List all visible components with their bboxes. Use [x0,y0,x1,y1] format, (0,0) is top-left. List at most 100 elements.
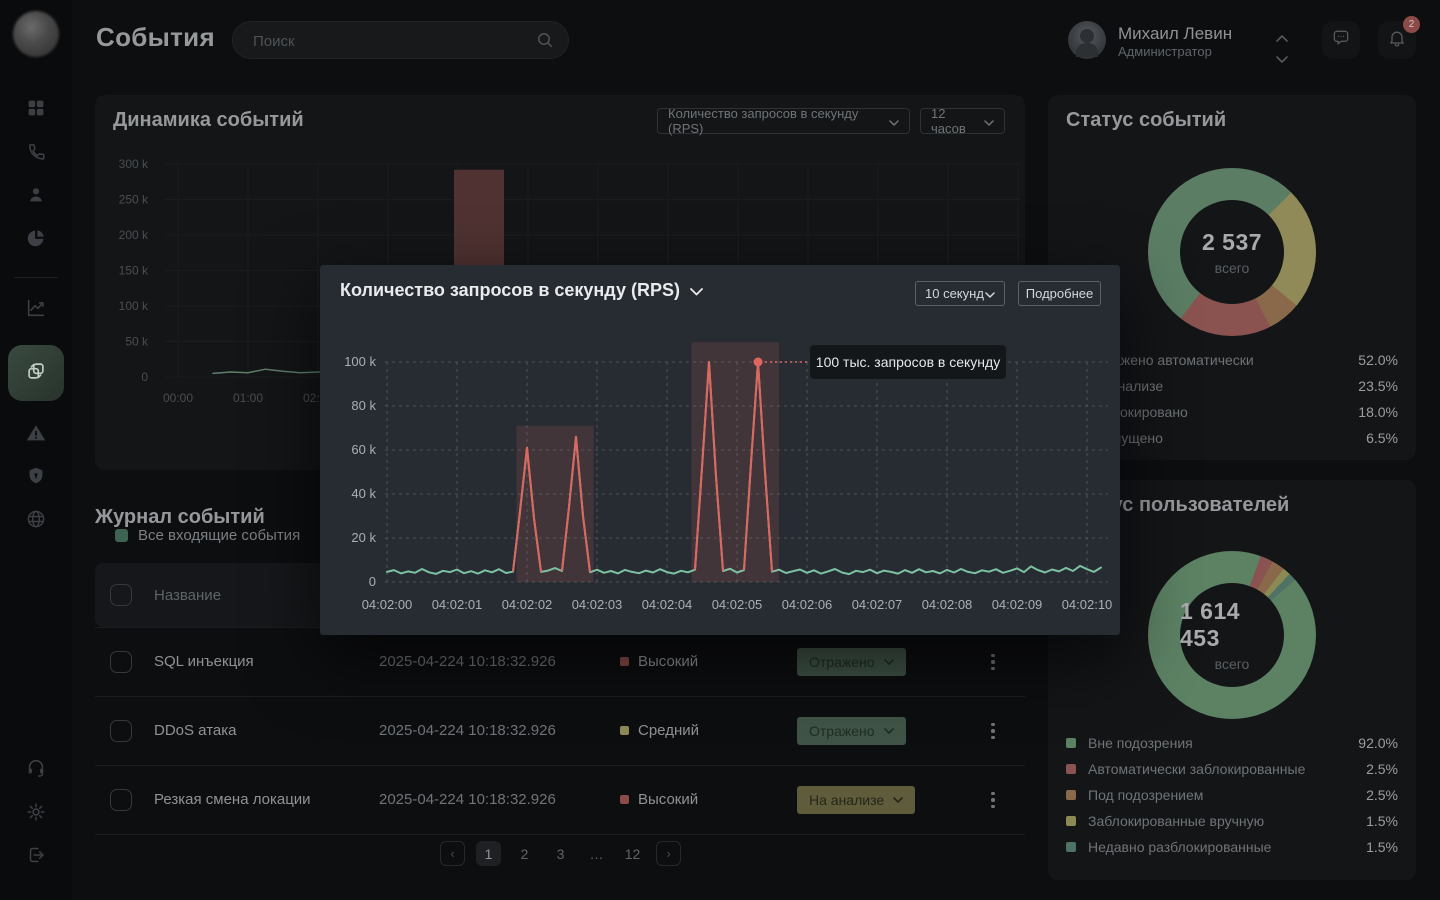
sidebar-item-events[interactable] [8,345,64,401]
user-icon [25,184,47,211]
svg-text:04:02:04: 04:02:04 [642,597,693,612]
sidebar-item-calls[interactable] [12,130,60,178]
severity-label: Высокий [638,653,698,670]
row-checkbox[interactable] [110,720,132,742]
app-root: { "colors":{"accent_green":"#3f5346","ac… [0,0,1440,900]
details-button[interactable]: Подробнее [1018,281,1101,306]
messages-button[interactable] [1322,21,1360,59]
row-checkbox[interactable] [110,651,132,673]
search-input[interactable] [251,22,525,60]
page-number[interactable]: 1 [476,841,501,866]
table-row: Резкая смена локации2025-04-224 10:18:32… [95,766,1025,835]
sidebar-item-security[interactable] [12,454,60,502]
logo [13,11,59,57]
event-name: SQL инъекция [154,653,254,670]
severity: Средний [620,722,699,739]
chevron-down-icon [1276,50,1288,68]
range-dropdown-value: 12 часов [931,106,976,136]
metric-dropdown-value: Количество запросов в секунду (RPS) [668,106,881,136]
chevron-down-icon [976,114,994,129]
sidebar-item-logout[interactable] [12,833,60,881]
status-dropdown[interactable]: Отражено [797,648,906,676]
legend-item: Автоматически заблокированные2.5% [1066,756,1398,782]
page-number[interactable]: 12 [620,841,645,866]
metric-dropdown[interactable]: Количество запросов в секунду (RPS) [657,108,910,134]
logout-icon [25,844,47,871]
select-all-checkbox[interactable] [110,584,132,606]
event-timestamp: 2025-04-224 10:18:32.926 [379,722,556,739]
pagination: ‹123…12› [440,841,681,866]
rps-modal: Количество запросов в секунду (RPS) 10 с… [320,265,1120,635]
svg-text:0: 0 [369,574,376,589]
status-dropdown[interactable]: На анализе [797,786,915,814]
legend-label: Отражено автоматически [1088,352,1358,368]
page-number[interactable]: 2 [512,841,537,866]
modal-title-text: Количество запросов в секунду (RPS) [340,280,680,301]
dynamics-card-title: Динамика событий [113,109,304,132]
apps-grid-icon [25,97,47,124]
legend-item: Под подозрением2.5% [1066,782,1398,808]
page-number[interactable]: 3 [548,841,573,866]
modal-title-dropdown[interactable]: Количество запросов в секунду (RPS) [340,280,703,301]
warning-triangle-icon [25,422,47,449]
severity-label: Средний [638,722,699,739]
sidebar-item-support[interactable] [12,746,60,794]
svg-text:0: 0 [141,370,148,384]
svg-text:100 k: 100 k [119,299,149,313]
legend-label: Все входящие события [138,527,300,544]
sidebar-item-network[interactable] [12,497,60,545]
legend-item: Заблокированные вручную1.5% [1066,808,1398,834]
modal-range-dropdown[interactable]: 10 секунд [915,281,1005,306]
table-row: SQL инъекция2025-04-224 10:18:32.926Высо… [95,627,1025,697]
row-checkbox[interactable] [110,789,132,811]
svg-text:20 k: 20 k [351,530,376,545]
row-menu-button[interactable] [985,649,1001,675]
notifications-button[interactable]: 2 [1378,21,1416,59]
row-menu-button[interactable] [985,787,1001,813]
user-menu-expander[interactable] [1276,29,1288,68]
row-menu-button[interactable] [985,718,1001,744]
prev-page-button[interactable]: ‹ [440,841,465,866]
sidebar-item-trends[interactable] [12,286,60,334]
svg-text:00:00: 00:00 [163,391,193,405]
events-status-donut: 2 537 всего [1148,168,1316,336]
status-label: На анализе [809,792,884,808]
svg-text:150 k: 150 k [119,264,149,278]
svg-text:250 k: 250 k [119,193,149,207]
legend-value: 1.5% [1366,813,1398,829]
page-title: События [96,22,215,53]
sidebar-item-users[interactable] [12,173,60,221]
journal-title: Журнал событий [95,506,265,529]
legend-value: 6.5% [1366,430,1398,446]
severity-chip [620,657,629,666]
sidebar-item-analytics[interactable] [12,216,60,264]
modal-range-value: 10 секунд [925,286,984,301]
user-name: Михаил Левин [1118,24,1232,44]
headset-icon [25,757,47,784]
svg-text:04:02:06: 04:02:06 [782,597,833,612]
svg-text:04:02:03: 04:02:03 [572,597,623,612]
next-page-button[interactable]: › [656,841,681,866]
svg-text:60 k: 60 k [351,442,376,457]
legend-value: 23.5% [1358,378,1398,394]
status-dropdown[interactable]: Отражено [797,717,906,745]
legend-label: На анализе [1088,378,1358,394]
legend-label: Под подозрением [1088,787,1366,803]
line-chart-icon [25,297,47,324]
user-role: Администратор [1118,44,1212,59]
legend-value: 2.5% [1366,761,1398,777]
sidebar-item-dashboard[interactable] [12,86,60,134]
avatar[interactable] [1068,21,1106,59]
legend-color-chip [1066,738,1076,748]
svg-text:80 k: 80 k [351,398,376,413]
users-total-label: всего [1215,656,1250,672]
shield-icon [25,465,47,492]
sidebar-item-alerts[interactable] [12,411,60,459]
events-total-label: всего [1215,260,1250,276]
sidebar-item-settings[interactable] [12,790,60,838]
svg-text:04:02:05: 04:02:05 [712,597,763,612]
range-dropdown[interactable]: 12 часов [920,108,1005,134]
chevron-down-icon [985,286,995,301]
users-status-donut: 1 614 453 всего [1148,551,1316,719]
page-number[interactable]: … [584,841,609,866]
